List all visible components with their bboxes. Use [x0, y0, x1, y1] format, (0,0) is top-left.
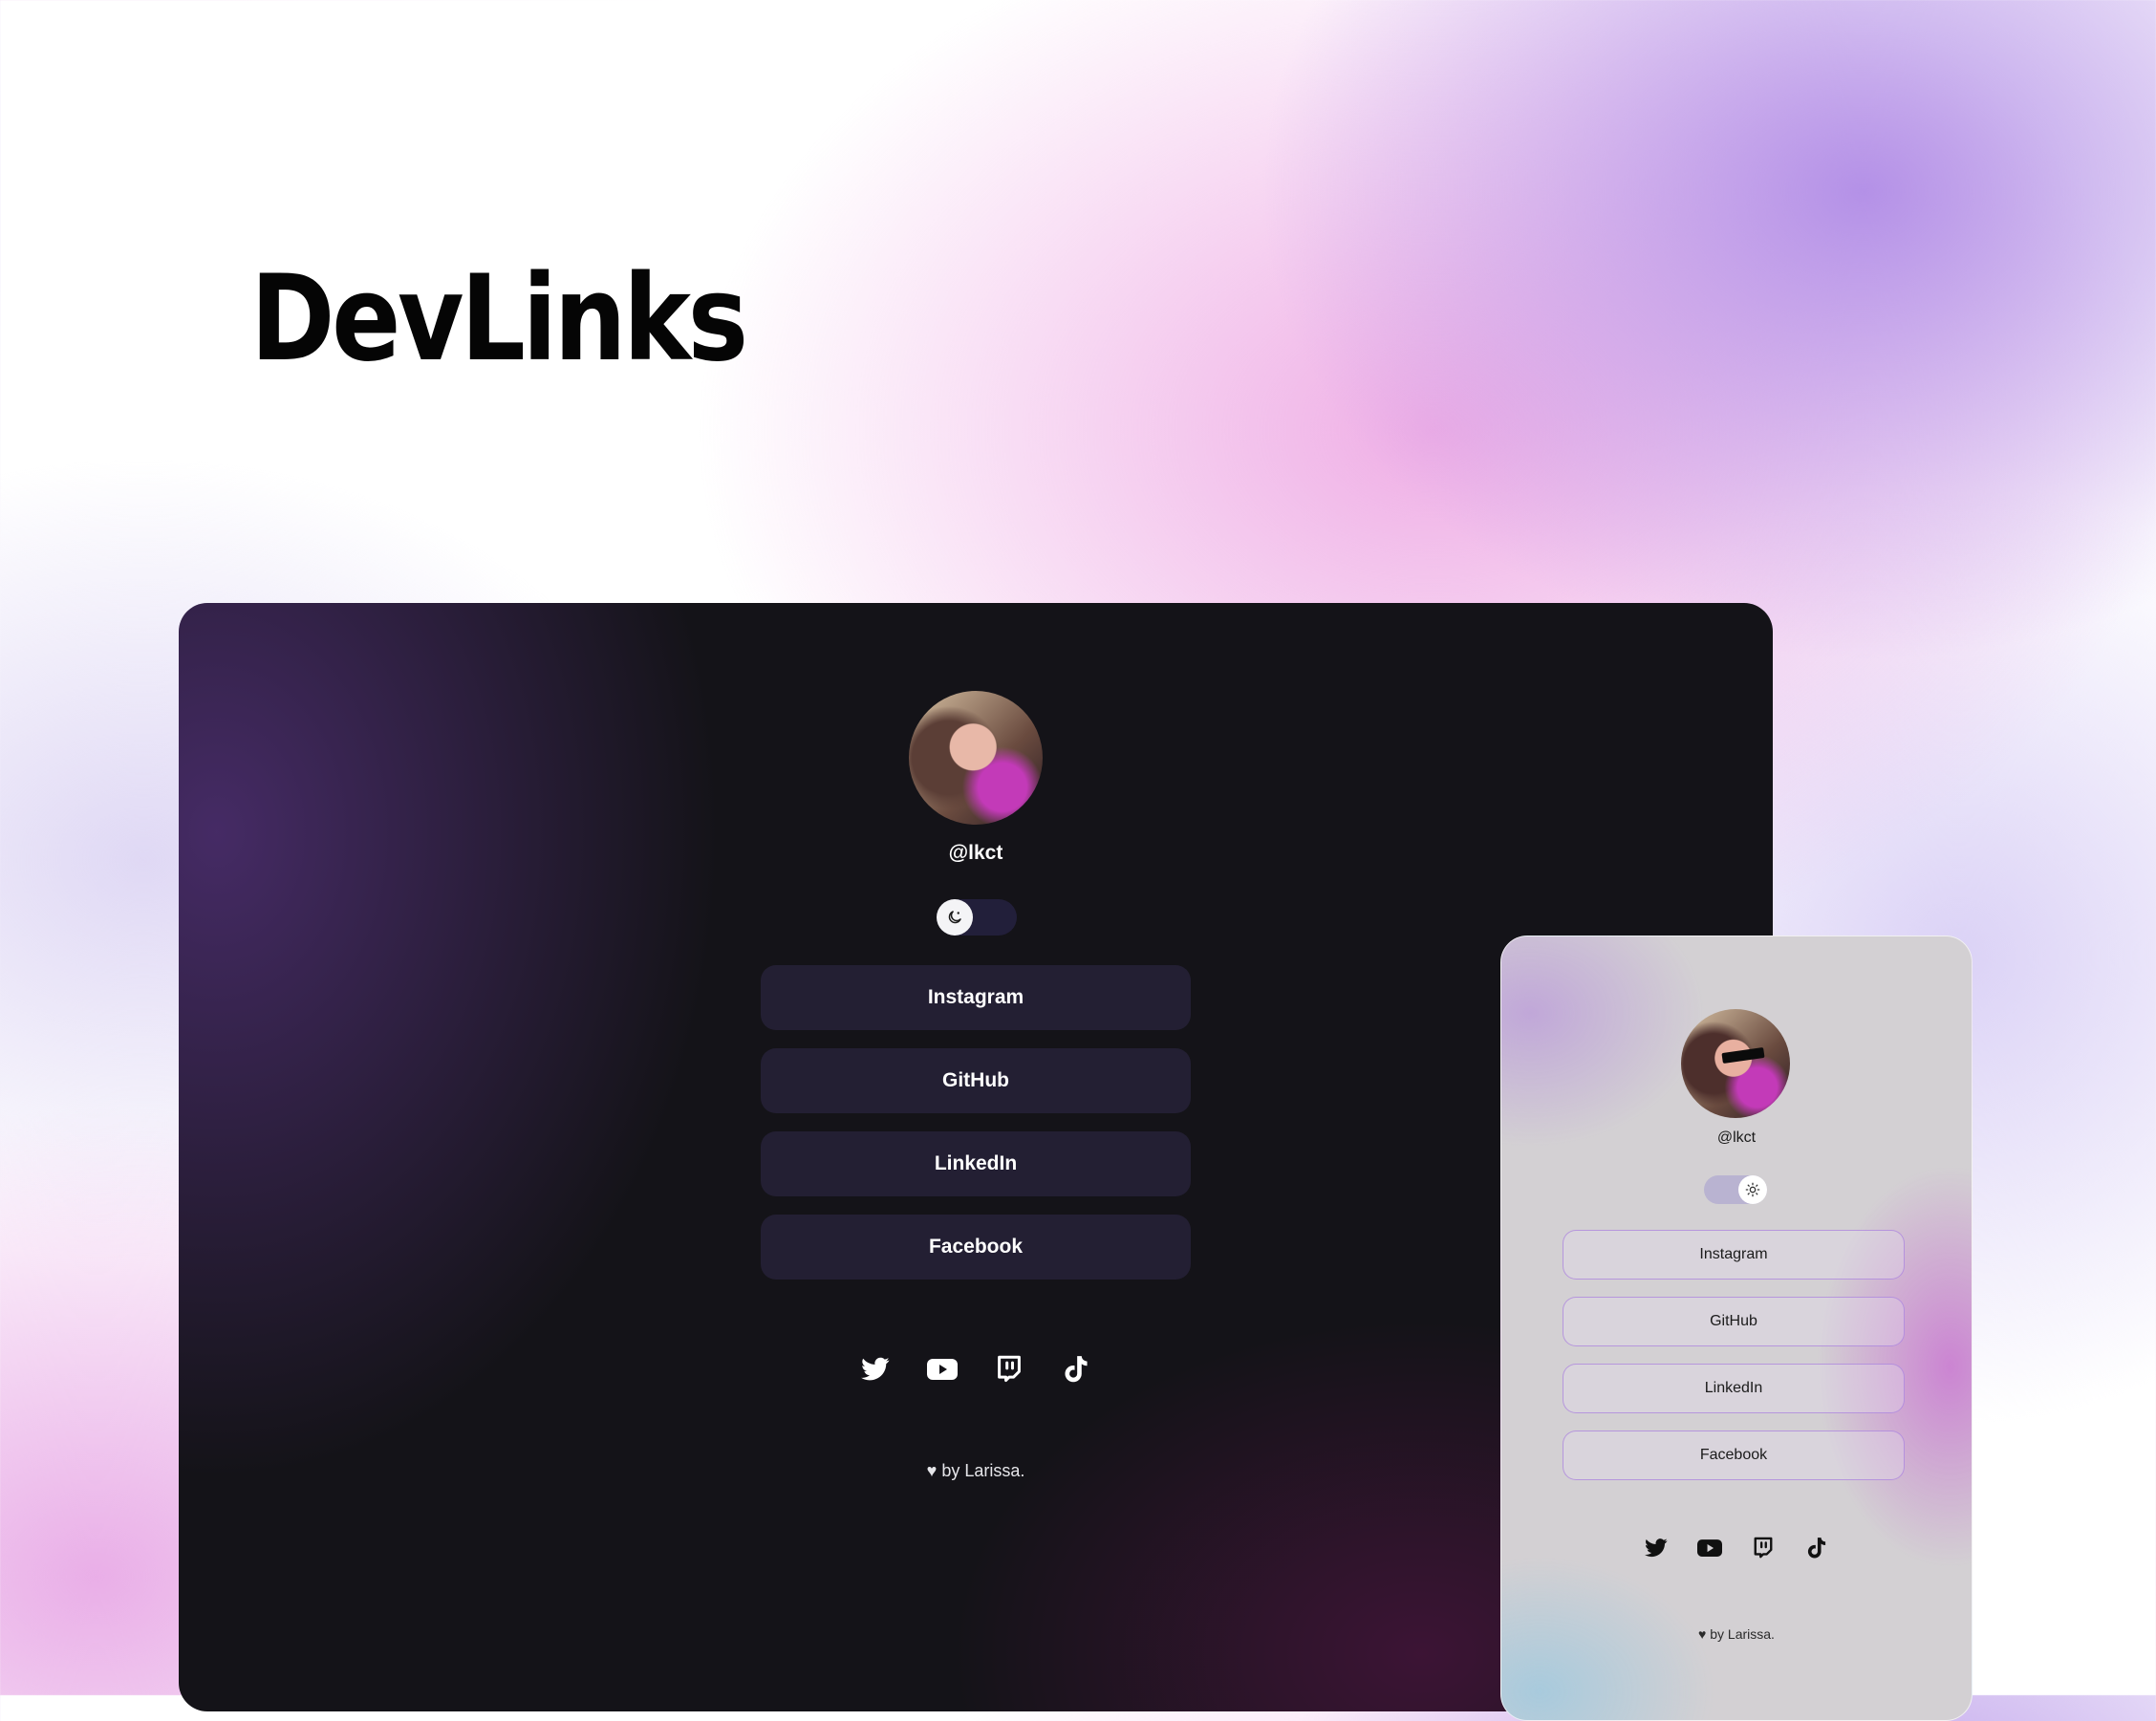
twitch-icon[interactable] — [992, 1352, 1026, 1387]
link-button-github[interactable]: GitHub — [761, 1048, 1191, 1113]
theme-toggle-knob[interactable] — [937, 899, 973, 936]
link-label: Instagram — [927, 986, 1024, 1008]
link-button-instagram[interactable]: Instagram — [761, 965, 1191, 1030]
link-button-linkedin[interactable]: LinkedIn — [1563, 1364, 1905, 1413]
link-label: GitHub — [1710, 1313, 1757, 1329]
social-links — [1501, 1535, 1972, 1561]
avatar — [909, 691, 1043, 825]
avatar — [1681, 1009, 1790, 1118]
link-button-facebook[interactable]: Facebook — [761, 1215, 1191, 1280]
theme-toggle[interactable] — [1704, 1175, 1767, 1204]
footer-credit: ♥ by Larissa. — [1698, 1626, 1775, 1642]
youtube-icon[interactable] — [1696, 1535, 1723, 1561]
link-label: Facebook — [928, 1236, 1024, 1258]
link-button-instagram[interactable]: Instagram — [1563, 1230, 1905, 1280]
tiktok-icon[interactable] — [1059, 1352, 1093, 1387]
profile-handle: @lkct — [1716, 1129, 1757, 1146]
link-label: LinkedIn — [1704, 1380, 1763, 1396]
hero-title: DevLinks — [250, 250, 748, 388]
moon-icon — [948, 911, 961, 924]
link-label: Facebook — [1699, 1447, 1768, 1463]
twitter-icon[interactable] — [858, 1352, 893, 1387]
sun-icon — [1745, 1182, 1760, 1197]
sunglasses-icon — [1721, 1046, 1765, 1065]
tiktok-icon[interactable] — [1803, 1535, 1830, 1561]
twitter-icon[interactable] — [1643, 1535, 1670, 1561]
link-button-github[interactable]: GitHub — [1563, 1297, 1905, 1346]
twitch-icon[interactable] — [1750, 1535, 1777, 1561]
link-button-facebook[interactable]: Facebook — [1563, 1431, 1905, 1480]
youtube-icon[interactable] — [925, 1352, 959, 1387]
theme-toggle[interactable] — [937, 899, 1017, 936]
link-label: GitHub — [942, 1069, 1009, 1091]
link-label: LinkedIn — [934, 1152, 1018, 1174]
profile-handle: @lkct — [948, 842, 1003, 864]
theme-toggle-knob[interactable] — [1738, 1175, 1767, 1204]
link-button-linkedin[interactable]: LinkedIn — [761, 1131, 1191, 1196]
link-label: Instagram — [1699, 1246, 1768, 1262]
mobile-light-preview: @lkct Instagram GitHub LinkedIn Facebook… — [1500, 936, 1973, 1721]
